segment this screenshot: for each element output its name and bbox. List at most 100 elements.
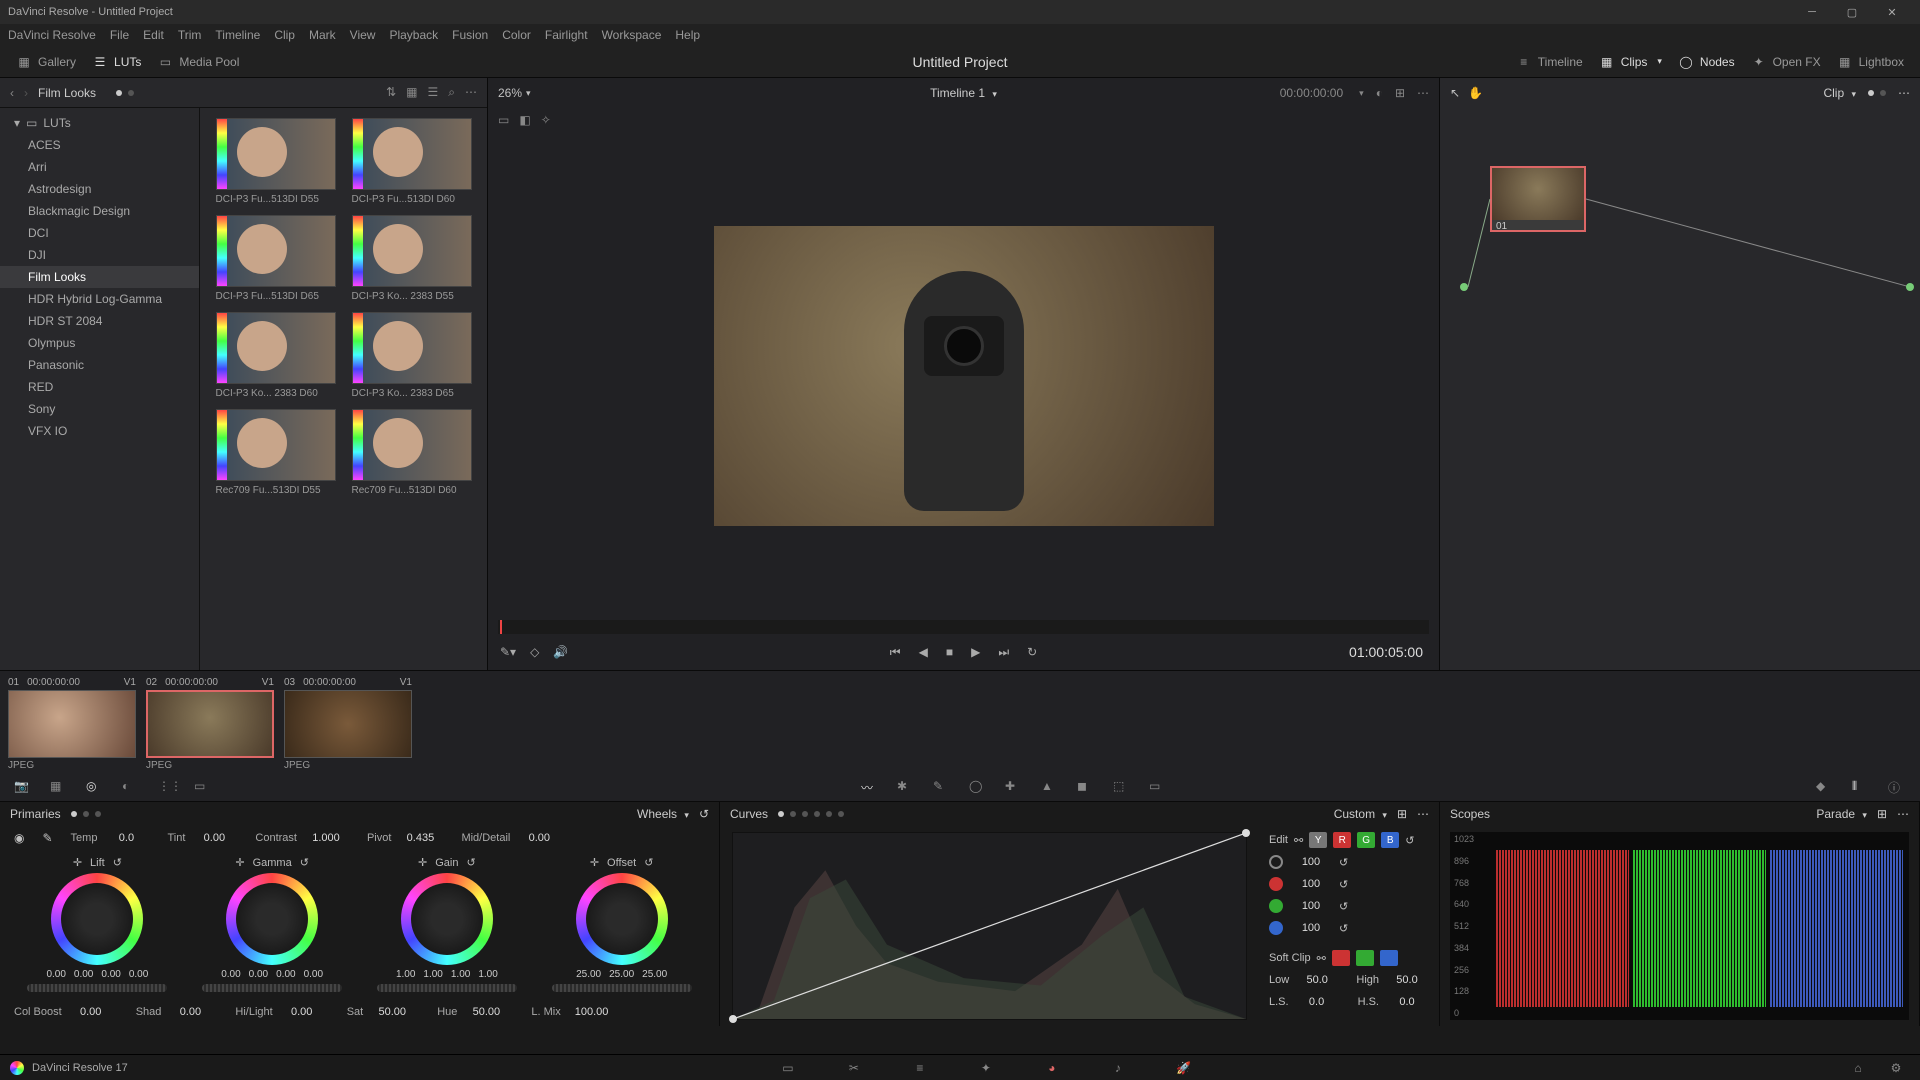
reset-wheel-icon[interactable]: ↺ [467, 856, 476, 869]
curve-g-channel[interactable]: G [1357, 832, 1375, 848]
search-icon[interactable]: ⌕ [448, 85, 455, 100]
tree-item-vfx-io[interactable]: VFX IO [0, 420, 199, 442]
hand-icon[interactable]: ✋ [1468, 86, 1483, 100]
master-wheel[interactable] [552, 984, 692, 992]
menu-edit[interactable]: Edit [143, 28, 164, 42]
curve-r-channel[interactable]: R [1333, 832, 1351, 848]
curve-r-val[interactable]: 100 [1289, 876, 1333, 892]
menu-color[interactable]: Color [502, 28, 531, 42]
prev-frame-icon[interactable]: ◀ [919, 645, 928, 659]
menu-playback[interactable]: Playback [389, 28, 438, 42]
play-icon[interactable]: ▶ [971, 645, 980, 659]
first-frame-icon[interactable]: ⏮ [890, 645, 901, 660]
clips-toggle[interactable]: ▦Clips▾ [1591, 50, 1670, 74]
tree-root-luts[interactable]: ▾▭LUTs [0, 112, 199, 134]
tree-item-red[interactable]: RED [0, 376, 199, 398]
openfx-toggle[interactable]: ✦Open FX [1743, 50, 1829, 74]
qualifier-icon[interactable]: ✎▾ [500, 645, 516, 659]
menu-mark[interactable]: Mark [309, 28, 336, 42]
node-mode[interactable]: Clip ▾ [1823, 86, 1856, 100]
lut-thumb[interactable]: DCI-P3 Fu...513DI D65 [216, 215, 336, 302]
scopes-mode[interactable]: Parade ▾ [1816, 807, 1867, 821]
timeline-name[interactable]: Timeline 1 ▾ [930, 86, 997, 100]
highlight-icon[interactable]: ▭ [498, 113, 509, 127]
reset-b-icon[interactable]: ↺ [1339, 922, 1348, 935]
contrast-value[interactable]: 1.000 [303, 830, 349, 846]
master-wheel[interactable] [27, 984, 167, 992]
picker-icon[interactable]: ✛ [73, 856, 82, 869]
list-view-icon[interactable]: ☰ [428, 85, 439, 100]
sort-icon[interactable]: ⇅ [386, 85, 396, 100]
pivot-value[interactable]: 0.435 [397, 830, 443, 846]
sc-hs[interactable]: 0.0 [1385, 994, 1429, 1010]
expand-icon[interactable]: ⊞ [1397, 807, 1407, 821]
tree-item-panasonic[interactable]: Panasonic [0, 354, 199, 376]
scopes-options-icon[interactable]: ⋯ [1897, 807, 1909, 821]
color-wheel[interactable] [401, 873, 493, 965]
color-wheel[interactable] [576, 873, 668, 965]
media-page-icon[interactable]: ▭ [778, 1058, 798, 1078]
deliver-page-icon[interactable]: 🚀 [1174, 1058, 1194, 1078]
nodes-options-icon[interactable]: ⋯ [1898, 86, 1910, 100]
picker-icon[interactable]: ◉ [14, 831, 24, 845]
reset-y-icon[interactable]: ↺ [1339, 856, 1348, 869]
reset-wheel-icon[interactable]: ↺ [113, 856, 122, 869]
magic-wand-icon[interactable]: ✧ [541, 113, 551, 127]
curve-b-val[interactable]: 100 [1289, 920, 1333, 936]
settings-icon[interactable]: ⚙ [1886, 1058, 1906, 1078]
sc-ls[interactable]: 0.0 [1295, 994, 1339, 1010]
master-wheel[interactable] [377, 984, 517, 992]
lut-thumb[interactable]: DCI-P3 Ko... 2383 D65 [352, 312, 472, 399]
loop-icon[interactable]: ↻ [1027, 645, 1037, 659]
middetail-value[interactable]: 0.00 [516, 830, 562, 846]
color-wheel[interactable] [51, 873, 143, 965]
window-minimize[interactable]: ─ [1792, 0, 1832, 24]
curve-reset-icon[interactable]: ↺ [1405, 834, 1414, 847]
curve-y-channel[interactable]: Y [1309, 832, 1327, 848]
lut-thumb[interactable]: Rec709 Fu...513DI D60 [352, 409, 472, 496]
pointer-icon[interactable]: ↖ [1450, 86, 1460, 100]
tree-item-blackmagic-design[interactable]: Blackmagic Design [0, 200, 199, 222]
tree-item-sony[interactable]: Sony [0, 398, 199, 420]
reset-g-icon[interactable]: ↺ [1339, 900, 1348, 913]
curve-b-channel[interactable]: B [1381, 832, 1399, 848]
sc-low[interactable]: 50.0 [1295, 972, 1339, 988]
tree-item-astrodesign[interactable]: Astrodesign [0, 178, 199, 200]
color-page-icon[interactable]: ◕ [1042, 1058, 1062, 1078]
sc-high[interactable]: 50.0 [1385, 972, 1429, 988]
menu-view[interactable]: View [350, 28, 376, 42]
timeline-toggle[interactable]: ≡Timeline [1508, 50, 1591, 74]
lut-thumb[interactable]: DCI-P3 Ko... 2383 D60 [216, 312, 336, 399]
tree-item-hdr-hybrid-log-gamma[interactable]: HDR Hybrid Log-Gamma [0, 288, 199, 310]
viewer-image[interactable] [714, 226, 1214, 526]
zoom-level[interactable]: 26% [498, 86, 522, 100]
curve-editor[interactable] [732, 832, 1247, 1020]
menu-trim[interactable]: Trim [178, 28, 202, 42]
menu-file[interactable]: File [110, 28, 129, 42]
tree-item-dji[interactable]: DJI [0, 244, 199, 266]
menu-clip[interactable]: Clip [274, 28, 295, 42]
lut-thumb[interactable]: DCI-P3 Fu...513DI D60 [352, 118, 472, 205]
clip-02[interactable]: 0200:00:00:00V1JPEG [146, 675, 274, 770]
home-icon[interactable]: ⌂ [1848, 1058, 1868, 1078]
nodes-toggle[interactable]: ◯Nodes [1670, 50, 1743, 74]
colboost-value[interactable]: 0.00 [68, 1004, 114, 1020]
fusion-page-icon[interactable]: ✦ [976, 1058, 996, 1078]
window-close[interactable]: ✕ [1872, 0, 1912, 24]
luts-toggle[interactable]: ☰LUTs [84, 50, 149, 74]
reset-wheel-icon[interactable]: ↺ [644, 856, 653, 869]
menu-timeline[interactable]: Timeline [215, 28, 260, 42]
media-pool-toggle[interactable]: ▭Media Pool [149, 50, 247, 74]
highlight-bw-icon[interactable]: ◧ [519, 113, 530, 127]
tree-item-olympus[interactable]: Olympus [0, 332, 199, 354]
temp-value[interactable]: 0.0 [103, 830, 149, 846]
lmix-value[interactable]: 100.00 [567, 1004, 617, 1020]
clip-03[interactable]: 0300:00:00:00V1JPEG [284, 675, 412, 770]
tree-item-dci[interactable]: DCI [0, 222, 199, 244]
lut-thumb[interactable]: Rec709 Fu...513DI D55 [216, 409, 336, 496]
curve-g-val[interactable]: 100 [1289, 898, 1333, 914]
image-wipe-icon[interactable]: ◐ [1376, 86, 1383, 100]
viewer-scrubber[interactable] [498, 620, 1429, 634]
primaries-mode[interactable]: Wheels ▾ [637, 807, 689, 821]
tree-item-hdr-st-2084[interactable]: HDR ST 2084 [0, 310, 199, 332]
